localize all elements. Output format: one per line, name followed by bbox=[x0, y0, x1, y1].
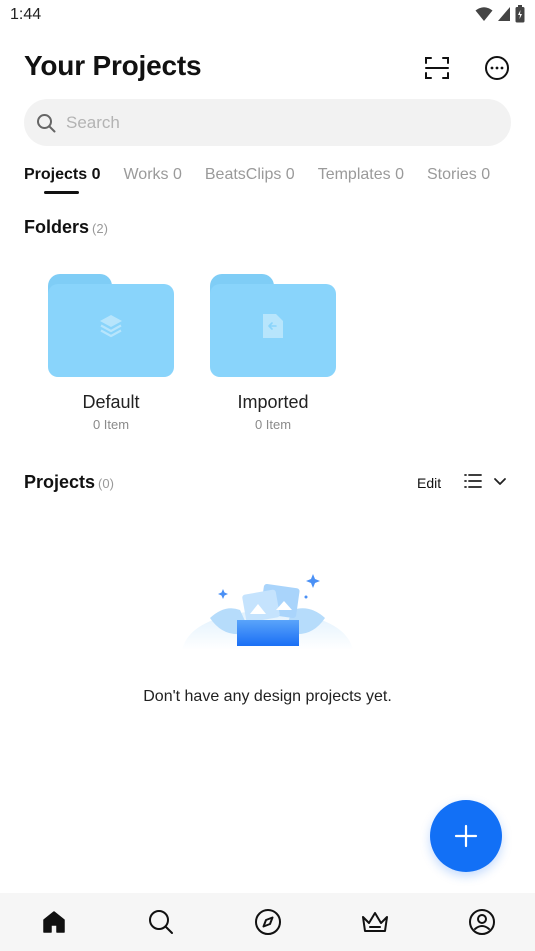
bottom-nav bbox=[0, 893, 535, 951]
profile-icon bbox=[468, 909, 495, 935]
create-project-button[interactable] bbox=[430, 800, 502, 872]
crown-icon bbox=[361, 912, 388, 932]
tab-stories[interactable]: Stories 0 bbox=[427, 166, 490, 192]
edit-button[interactable]: Edit bbox=[417, 475, 441, 491]
folder-default[interactable]: Default 0 Item bbox=[46, 274, 176, 432]
search-bar[interactable] bbox=[24, 99, 511, 146]
folders-count: (2) bbox=[92, 221, 108, 236]
tab-bar: Projects 0 Works 0 BeatsClips 0 Template… bbox=[24, 166, 513, 194]
scan-button[interactable] bbox=[423, 54, 451, 82]
nav-discover[interactable] bbox=[214, 893, 321, 951]
home-icon bbox=[42, 911, 65, 933]
layers-icon bbox=[100, 315, 122, 338]
search-input[interactable] bbox=[66, 112, 466, 133]
search-icon bbox=[148, 910, 173, 934]
more-icon bbox=[485, 56, 509, 80]
empty-state-message: Don't have any design projects yet. bbox=[143, 688, 392, 705]
folder-name: Imported bbox=[237, 392, 309, 412]
tab-projects[interactable]: Projects 0 bbox=[24, 166, 100, 194]
search-icon bbox=[37, 113, 56, 132]
projects-title: Projects bbox=[24, 472, 96, 492]
folders-title: Folders bbox=[24, 217, 90, 237]
nav-profile[interactable] bbox=[428, 893, 535, 951]
compass-icon bbox=[254, 909, 281, 935]
nav-search[interactable] bbox=[107, 893, 214, 951]
signal-icon bbox=[498, 7, 510, 21]
empty-projects-illustration bbox=[182, 574, 353, 650]
folder-name: Default bbox=[82, 392, 140, 412]
import-file-icon bbox=[263, 314, 283, 338]
tab-works[interactable]: Works 0 bbox=[123, 166, 181, 192]
wifi-icon bbox=[475, 7, 493, 21]
folder-graphic bbox=[210, 274, 336, 378]
more-button[interactable] bbox=[483, 54, 511, 82]
view-mode-toggle[interactable] bbox=[463, 472, 507, 490]
folders-heading: Folders (2) bbox=[24, 217, 108, 238]
projects-heading: Projects (0) bbox=[24, 472, 114, 493]
projects-count: (0) bbox=[98, 476, 114, 491]
list-view-icon bbox=[464, 474, 482, 488]
nav-home[interactable] bbox=[0, 893, 107, 951]
nav-premium[interactable] bbox=[321, 893, 428, 951]
status-time: 1:44 bbox=[10, 6, 42, 23]
plus-icon bbox=[454, 824, 478, 848]
tab-beatsclips[interactable]: BeatsClips 0 bbox=[205, 166, 295, 192]
tab-templates[interactable]: Templates 0 bbox=[318, 166, 404, 192]
folder-item-count: 0 Item bbox=[254, 417, 292, 432]
battery-icon bbox=[515, 5, 525, 23]
status-icons bbox=[475, 5, 525, 23]
folder-graphic bbox=[48, 274, 174, 378]
chevron-down-icon bbox=[494, 478, 506, 485]
page-title: Your Projects bbox=[24, 50, 202, 81]
folder-item-count: 0 Item bbox=[92, 417, 130, 432]
status-bar: 1:44 bbox=[0, 0, 535, 30]
folder-imported[interactable]: Imported 0 Item bbox=[208, 274, 338, 432]
scan-icon bbox=[425, 57, 449, 79]
